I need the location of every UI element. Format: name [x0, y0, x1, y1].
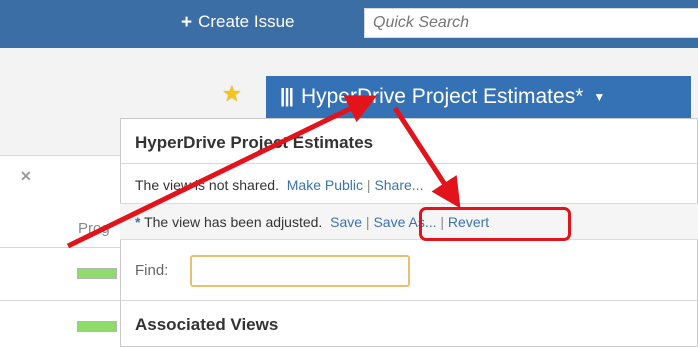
annotation-arrows [66, 95, 461, 249]
arrow [392, 106, 461, 209]
arrow [66, 95, 377, 249]
